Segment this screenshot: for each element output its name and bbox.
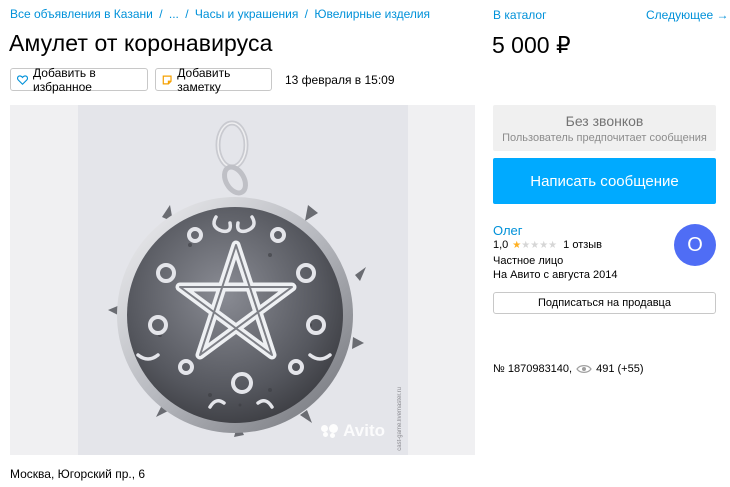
- next-listing-link[interactable]: Следующее →: [646, 8, 729, 22]
- rating-value: 1,0: [493, 239, 509, 251]
- listing-id: № 1870983140,: [493, 363, 573, 375]
- star-icon: ★: [521, 239, 531, 251]
- seller-type: Частное лицо: [493, 255, 564, 267]
- star-icon: ★: [539, 239, 549, 251]
- rating-stars: ★★★★★: [512, 240, 557, 251]
- note-icon: [162, 75, 172, 84]
- avito-logo-icon: [321, 424, 339, 438]
- view-count: 491 (+55): [596, 363, 644, 375]
- add-note-button[interactable]: Добавить заметку: [155, 65, 272, 94]
- no-calls-title: Без звонков: [565, 113, 644, 129]
- reviews-link[interactable]: 1 отзыв: [563, 239, 602, 251]
- catalog-link[interactable]: В каталог: [493, 8, 546, 22]
- maker-watermark: cast-game.livemaster.ru: [397, 387, 403, 451]
- breadcrumb-all-ads[interactable]: Все объявления в Казани: [10, 7, 153, 21]
- no-calls-notice: Без звонков Пользователь предпочитает со…: [493, 105, 716, 151]
- star-icon: ★: [512, 239, 522, 251]
- breadcrumb-separator: /: [304, 7, 309, 21]
- seller-rating: 1,0 ★★★★★ 1 отзыв: [493, 239, 602, 251]
- star-icon: ★: [530, 239, 540, 251]
- heart-outline-icon: [17, 74, 29, 85]
- amulet-pendant-image: [108, 120, 366, 437]
- avatar[interactable]: О: [674, 224, 716, 266]
- listing-meta: № 1870983140, 491 (+55): [493, 363, 644, 375]
- add-to-favorites-button[interactable]: Добавить в избранное: [10, 65, 148, 94]
- add-note-label: Добавить заметку: [177, 65, 231, 94]
- listing-price: 5 000 ₽: [492, 32, 571, 58]
- avito-watermark-text: Avito: [343, 421, 385, 440]
- listing-address: Москва, Югорский пр., 6: [10, 467, 146, 481]
- write-message-button[interactable]: Написать сообщение: [493, 158, 716, 204]
- breadcrumb-jewelry[interactable]: Ювелирные изделия: [314, 7, 430, 21]
- eye-icon: [576, 365, 592, 373]
- add-to-favorites-label: Добавить в избранное: [33, 65, 96, 94]
- breadcrumb-watches-jewelry[interactable]: Часы и украшения: [195, 7, 298, 21]
- no-calls-subtitle: Пользователь предпочитает сообщения: [502, 132, 707, 144]
- seller-since: На Авито с августа 2014: [493, 269, 618, 281]
- star-icon: ★: [548, 239, 558, 251]
- breadcrumb-separator: /: [185, 7, 189, 21]
- breadcrumb-ellipsis[interactable]: ...: [169, 7, 179, 21]
- subscribe-seller-button[interactable]: Подписаться на продавца: [493, 292, 716, 314]
- listing-photo[interactable]: Avito cast-game.livemaster.ru: [10, 105, 475, 455]
- breadcrumb: Все объявления в Казани / ... / Часы и у…: [10, 7, 430, 21]
- breadcrumb-separator: /: [159, 7, 163, 21]
- listing-date: 13 февраля в 15:09: [285, 73, 395, 87]
- seller-name-link[interactable]: Олег: [493, 223, 523, 238]
- avito-watermark: Avito: [321, 421, 385, 441]
- page-title: Амулет от коронавируса: [9, 30, 273, 56]
